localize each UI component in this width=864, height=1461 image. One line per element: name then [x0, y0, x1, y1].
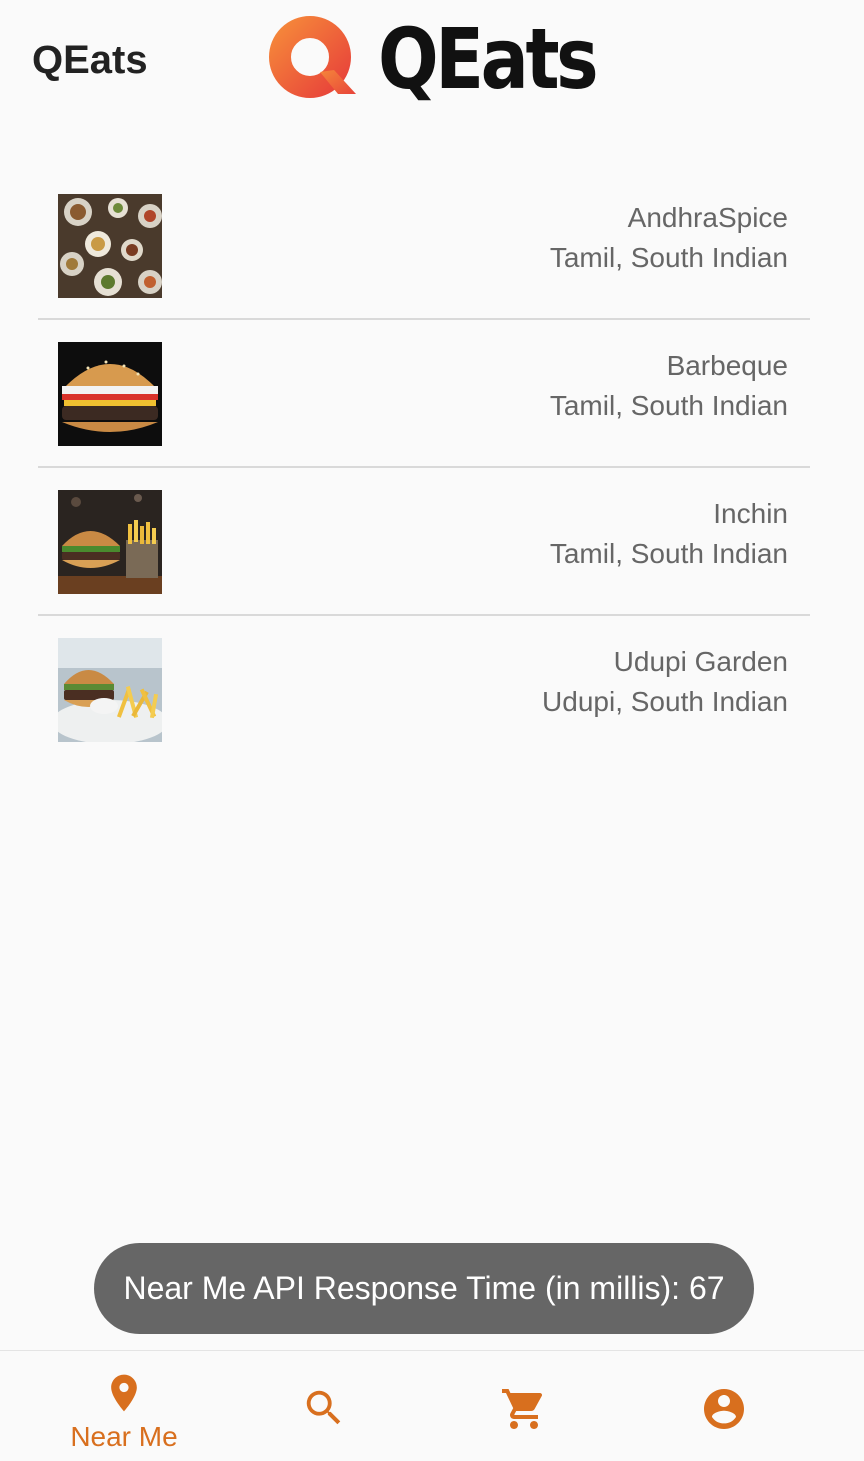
- restaurant-cuisine: Tamil, South Indian: [549, 538, 788, 569]
- restaurant-info: Udupi Garden Udupi, South Indian: [542, 642, 788, 722]
- nav-cart[interactable]: [424, 1351, 624, 1461]
- restaurant-info: AndhraSpice Tamil, South Indian: [550, 198, 788, 278]
- nav-near-me-label: Near Me: [70, 1421, 178, 1452]
- restaurant-info: Barbeque Tamil, South Indian: [550, 346, 788, 426]
- restaurant-cuisine: Tamil, South Indian: [549, 242, 788, 273]
- search-icon: [306, 1390, 341, 1425]
- restaurant-item[interactable]: AndhraSpice Tamil, South Indian: [38, 172, 810, 320]
- logo-q-icon: [269, 16, 356, 98]
- restaurant-item[interactable]: Barbeque Tamil, South Indian: [38, 320, 810, 468]
- nav-search[interactable]: [224, 1351, 424, 1461]
- restaurant-image: [58, 342, 162, 446]
- bottom-navigation: Near Me: [0, 1350, 864, 1461]
- location-pin-icon: [111, 1374, 137, 1412]
- restaurant-name: AndhraSpice: [627, 202, 788, 233]
- restaurant-image: [58, 490, 162, 594]
- nav-near-me[interactable]: Near Me: [24, 1351, 224, 1461]
- logo-wordmark: QEats: [378, 10, 599, 108]
- app-title: QEats: [32, 38, 148, 82]
- restaurant-info: Inchin Tamil, South Indian: [550, 494, 788, 574]
- response-time-toast: Near Me API Response Time (in millis): 6…: [94, 1243, 754, 1334]
- restaurant-name: Inchin: [713, 498, 788, 529]
- cart-icon: [502, 1389, 543, 1429]
- restaurant-name: Barbeque: [666, 350, 788, 381]
- account-icon: [704, 1389, 744, 1429]
- restaurant-item[interactable]: Inchin Tamil, South Indian: [38, 468, 810, 616]
- restaurant-cuisine: Udupi, South Indian: [542, 686, 788, 717]
- nav-account[interactable]: [624, 1351, 824, 1461]
- qeats-logo: QEats: [268, 14, 634, 104]
- restaurant-image: [58, 638, 162, 742]
- restaurant-list: AndhraSpice Tamil, South Indian Barbeque…: [38, 172, 810, 762]
- app-bar: QEats QEats: [0, 0, 864, 120]
- restaurant-name: Udupi Garden: [613, 646, 788, 677]
- toast-text: Near Me API Response Time (in millis): 6…: [123, 1270, 725, 1306]
- restaurant-item[interactable]: Udupi Garden Udupi, South Indian: [38, 616, 810, 762]
- restaurant-image: [58, 194, 162, 298]
- restaurant-cuisine: Tamil, South Indian: [549, 390, 788, 421]
